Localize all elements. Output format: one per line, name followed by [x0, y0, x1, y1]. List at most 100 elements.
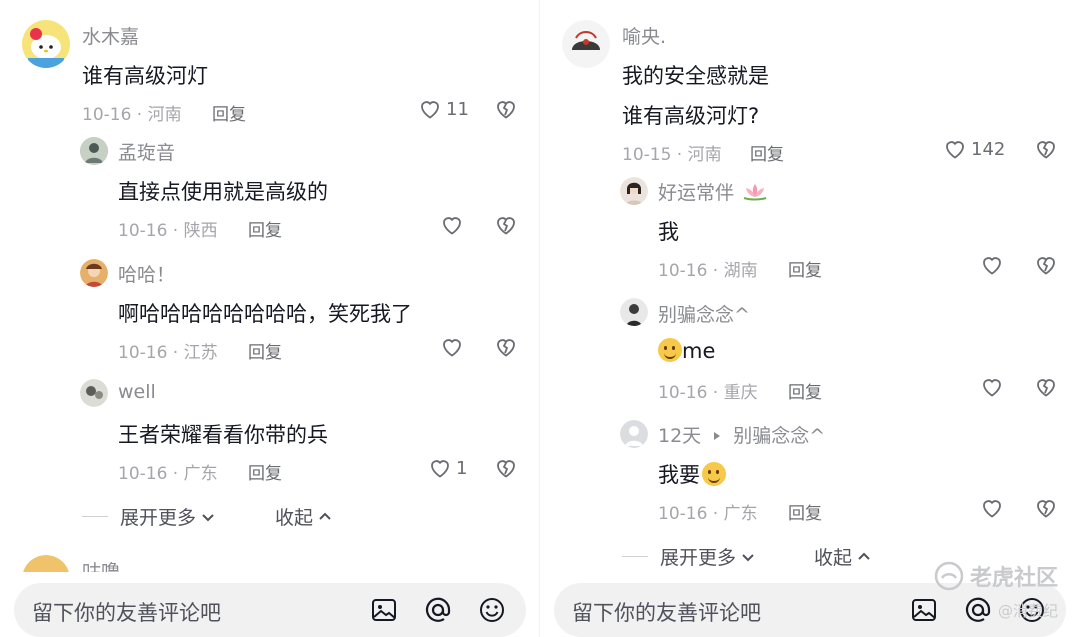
comment-text-line-1: 我的安全感就是 — [622, 64, 769, 88]
dislike-button[interactable] — [494, 97, 518, 125]
like-button[interactable]: 1 — [428, 456, 467, 480]
commenter-name[interactable]: 12天 别骗念念^ — [658, 421, 825, 448]
comment-text: 王者荣耀看看你带的兵 — [118, 423, 328, 447]
comment-meta: 10-16 · 湖南 — [658, 261, 758, 281]
comment-meta: 10-15 · 河南 — [622, 145, 722, 165]
broken-heart-icon — [497, 339, 515, 357]
commenter-name[interactable]: 好运常伴 — [658, 178, 768, 205]
image-icon[interactable] — [910, 596, 938, 624]
heart-outline-icon — [421, 101, 439, 119]
heart-outline-icon — [443, 339, 461, 357]
like-count: 142 — [971, 138, 1006, 160]
smile-icon[interactable] — [478, 596, 506, 624]
watermark-sub: @消费纪 — [997, 602, 1058, 620]
comment-text: me — [658, 338, 715, 363]
like-button[interactable] — [440, 335, 464, 359]
broken-heart-icon — [1037, 141, 1055, 159]
divider — [622, 556, 648, 557]
avatar[interactable] — [562, 20, 610, 68]
lotus-emoji-icon — [743, 184, 767, 201]
comment-text: 我 — [658, 220, 679, 244]
heart-outline-icon — [946, 141, 964, 159]
commenter-name[interactable]: well — [118, 381, 156, 403]
comment-input[interactable]: 留下你的友善评论吧 — [14, 583, 526, 637]
reply-button[interactable]: 回复 — [248, 459, 282, 484]
comment-meta: 10-16 · 重庆 — [658, 383, 758, 403]
dislike-button[interactable] — [1034, 253, 1058, 281]
avatar[interactable] — [620, 298, 648, 326]
comment-text: 谁有高级河灯 — [82, 64, 208, 88]
like-button[interactable] — [980, 375, 1004, 399]
chevron-up-icon — [858, 552, 870, 560]
expand-more-label: 展开更多 — [660, 547, 737, 569]
dislike-button[interactable] — [1034, 137, 1058, 165]
watermark: 老虎社区 — [934, 560, 1058, 592]
reply-button[interactable]: 回复 — [788, 256, 822, 281]
chevron-down-icon — [742, 553, 754, 561]
broken-heart-icon — [497, 217, 515, 235]
collapse-button[interactable]: 收起 — [275, 503, 333, 530]
dislike-button[interactable] — [494, 456, 518, 484]
like-button[interactable] — [980, 496, 1004, 520]
avatar[interactable] — [80, 137, 108, 165]
comment-text: 直接点使用就是高级的 — [118, 180, 328, 204]
collapse-label: 收起 — [275, 507, 314, 529]
comment-input-placeholder: 留下你的友善评论吧 — [32, 601, 221, 625]
commenter-name[interactable]: 喻央. — [622, 22, 666, 49]
comment-panel-right: 喻央. 我的安全感就是 谁有高级河灯? 10-15 · 河南 回复 142 好运… — [540, 0, 1080, 637]
like-count: 1 — [456, 457, 468, 479]
comment-meta: 10-16 · 河南 — [82, 105, 182, 125]
like-button[interactable]: 142 — [943, 137, 1005, 161]
commenter-name[interactable]: 孟琁音 — [118, 138, 175, 165]
dislike-button[interactable] — [494, 335, 518, 363]
blush-emoji-icon — [658, 338, 682, 362]
comment-input-placeholder: 留下你的友善评论吧 — [572, 601, 761, 625]
expand-more-button[interactable]: 展开更多 — [82, 503, 216, 530]
commenter-name[interactable]: 别骗念念^ — [658, 300, 750, 327]
heart-outline-icon — [431, 460, 449, 478]
dislike-button[interactable] — [1034, 375, 1058, 403]
expand-more-label: 展开更多 — [120, 507, 197, 529]
comment-meta: 10-16 · 江苏 — [118, 343, 218, 363]
reply-button[interactable]: 回复 — [788, 378, 822, 403]
avatar[interactable] — [620, 420, 648, 448]
expand-more-button[interactable]: 展开更多 — [622, 543, 756, 570]
broken-heart-icon — [497, 460, 515, 478]
reply-button[interactable]: 回复 — [212, 100, 246, 125]
like-button[interactable]: 11 — [418, 97, 469, 121]
reply-arrow-icon — [714, 432, 721, 440]
comment-meta: 10-16 · 陕西 — [118, 221, 218, 241]
avatar[interactable] — [22, 20, 70, 68]
heart-outline-icon — [443, 217, 461, 235]
reply-button[interactable]: 回复 — [248, 338, 282, 363]
commenter-name[interactable]: 水木嘉 — [82, 22, 139, 49]
comment-meta: 10-16 · 广东 — [118, 464, 218, 484]
reply-button[interactable]: 回复 — [248, 216, 282, 241]
reply-button[interactable]: 回复 — [750, 140, 784, 165]
heart-outline-icon — [983, 500, 1001, 518]
avatar[interactable] — [80, 259, 108, 287]
at-icon[interactable] — [424, 596, 452, 624]
heart-outline-icon — [983, 379, 1001, 397]
avatar[interactable] — [80, 379, 108, 407]
reply-button[interactable]: 回复 — [788, 499, 822, 524]
like-button[interactable] — [980, 253, 1004, 277]
image-icon[interactable] — [370, 596, 398, 624]
comment-panel-left: 水木嘉 谁有高级河灯 10-16 · 河南 回复 11 孟琁音 直接点使用就是高… — [0, 0, 540, 637]
at-icon[interactable] — [964, 596, 992, 624]
collapse-button[interactable]: 收起 — [814, 543, 872, 570]
broken-heart-icon — [1037, 500, 1055, 518]
comment-meta: 10-16 · 广东 — [658, 504, 758, 524]
comment-text: 啊哈哈哈哈哈哈哈哈，笑死我了 — [118, 302, 412, 326]
commenter-name[interactable]: 哈哈！ — [118, 260, 175, 287]
chevron-down-icon — [202, 513, 214, 521]
tiger-logo-icon — [934, 561, 964, 591]
avatar[interactable] — [620, 177, 648, 205]
chevron-up-icon — [319, 512, 331, 520]
divider — [82, 516, 108, 517]
heart-outline-icon — [983, 257, 1001, 275]
dislike-button[interactable] — [494, 213, 518, 241]
dislike-button[interactable] — [1034, 496, 1058, 524]
watermark-text: 老虎社区 — [969, 566, 1058, 591]
like-button[interactable] — [440, 213, 464, 237]
